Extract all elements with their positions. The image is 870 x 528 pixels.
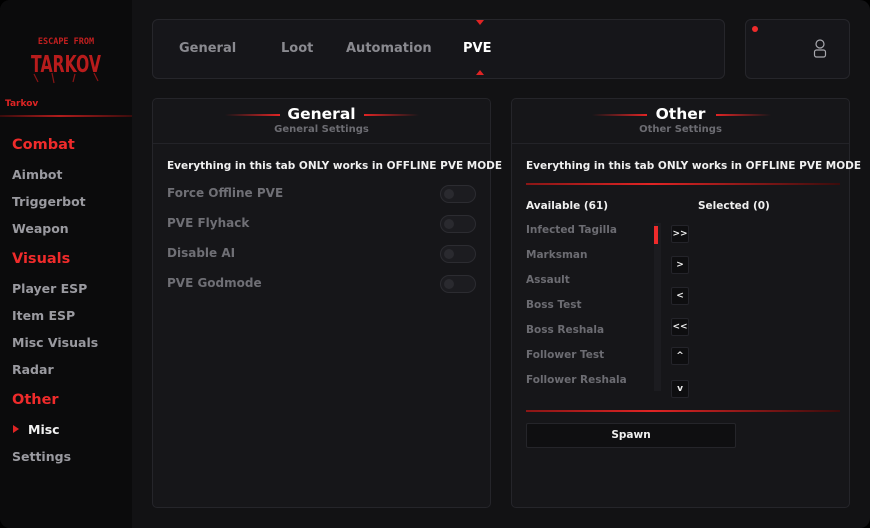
- sidebar-item-settings[interactable]: Settings: [12, 449, 71, 464]
- list-item[interactable]: Infected Tagilla: [526, 224, 617, 236]
- sidebar: ESCAPE FROM TARKOV Tarkov Combat Aimbot …: [0, 0, 132, 528]
- toggle-knob: [444, 219, 454, 229]
- user-icon[interactable]: [812, 38, 828, 58]
- category-other: Other: [12, 392, 59, 408]
- available-header: Available (61): [526, 200, 609, 212]
- sidebar-item-misc[interactable]: Misc: [28, 422, 60, 437]
- other-panel-subtitle: Other Settings: [639, 124, 722, 135]
- toggle-pve-flyhack[interactable]: [440, 215, 476, 233]
- category-visuals: Visuals: [12, 251, 71, 267]
- option-label: Disable AI: [167, 246, 236, 260]
- spawn-button[interactable]: Spawn: [526, 423, 736, 448]
- sidebar-item-radar[interactable]: Radar: [12, 362, 54, 377]
- other-panel: Other Other Settings Everything in this …: [511, 98, 861, 508]
- selected-header: Selected (0): [698, 200, 770, 212]
- sidebar-item-item-esp[interactable]: Item ESP: [12, 308, 75, 323]
- available-scrollbar[interactable]: [654, 223, 661, 391]
- active-tab-indicator-top: [476, 20, 484, 25]
- toggle-knob: [444, 249, 454, 259]
- app-window: ESCAPE FROM TARKOV Tarkov Combat Aimbot …: [0, 0, 870, 528]
- other-panel-title: Other: [655, 105, 706, 123]
- active-tab-indicator-bottom: [476, 70, 484, 75]
- sidebar-item-weapon[interactable]: Weapon: [12, 221, 69, 236]
- move-right-button[interactable]: >: [671, 256, 689, 274]
- tab-bar: General Loot Automation PVE: [152, 19, 725, 79]
- tab-pve[interactable]: PVE: [463, 41, 491, 56]
- separator-bottom: [526, 410, 840, 412]
- sidebar-item-misc-visuals[interactable]: Misc Visuals: [12, 335, 98, 350]
- scrollbar-thumb[interactable]: [654, 226, 658, 244]
- option-label: PVE Godmode: [167, 276, 262, 290]
- list-item[interactable]: Assault: [526, 274, 570, 286]
- logo-text-main: TARKOV: [31, 52, 101, 78]
- tab-loot[interactable]: Loot: [281, 41, 313, 56]
- sidebar-item-triggerbot[interactable]: Triggerbot: [12, 194, 86, 209]
- toggle-knob: [444, 279, 454, 289]
- general-panel-subtitle: General Settings: [274, 124, 369, 135]
- list-item[interactable]: Follower Reshala: [526, 374, 627, 386]
- general-panel-header: General General Settings: [153, 99, 490, 144]
- user-box: [745, 19, 850, 79]
- tab-automation[interactable]: Automation: [346, 41, 432, 56]
- option-label: Force Offline PVE: [167, 186, 284, 200]
- toggle-pve-godmode[interactable]: [440, 275, 476, 293]
- move-down-button[interactable]: v: [671, 380, 689, 398]
- general-panel: General General Settings Everything in t…: [152, 98, 502, 508]
- offline-note: Everything in this tab ONLY works in OFF…: [167, 160, 503, 172]
- logo-text-top: ESCAPE FROM: [38, 37, 94, 47]
- category-combat: Combat: [12, 137, 75, 153]
- brand-divider: [0, 115, 132, 117]
- tab-general[interactable]: General: [179, 41, 236, 56]
- list-item[interactable]: Marksman: [526, 249, 587, 261]
- list-item[interactable]: Boss Test: [526, 299, 582, 311]
- move-all-right-button[interactable]: >>: [671, 225, 689, 243]
- list-item[interactable]: Follower Test: [526, 349, 604, 361]
- sidebar-item-player-esp[interactable]: Player ESP: [12, 281, 87, 296]
- sidebar-item-aimbot[interactable]: Aimbot: [12, 167, 63, 182]
- move-up-button[interactable]: ^: [671, 347, 689, 365]
- offline-note: Everything in this tab ONLY works in OFF…: [526, 160, 862, 172]
- general-panel-title: General: [287, 105, 356, 123]
- move-all-left-button[interactable]: <<: [671, 318, 689, 336]
- move-left-button[interactable]: <: [671, 287, 689, 305]
- option-label: PVE Flyhack: [167, 216, 250, 230]
- list-item[interactable]: Boss Reshala: [526, 324, 604, 336]
- active-arrow-icon: [13, 425, 19, 433]
- tarkov-logo: ESCAPE FROM TARKOV: [31, 37, 101, 84]
- brand-label: Tarkov: [5, 99, 39, 109]
- notification-dot: [752, 26, 758, 32]
- toggle-disable-ai[interactable]: [440, 245, 476, 263]
- other-panel-header: Other Other Settings: [512, 99, 849, 144]
- toggle-knob: [444, 189, 454, 199]
- separator-top: [526, 183, 840, 185]
- toggle-force-offline-pve[interactable]: [440, 185, 476, 203]
